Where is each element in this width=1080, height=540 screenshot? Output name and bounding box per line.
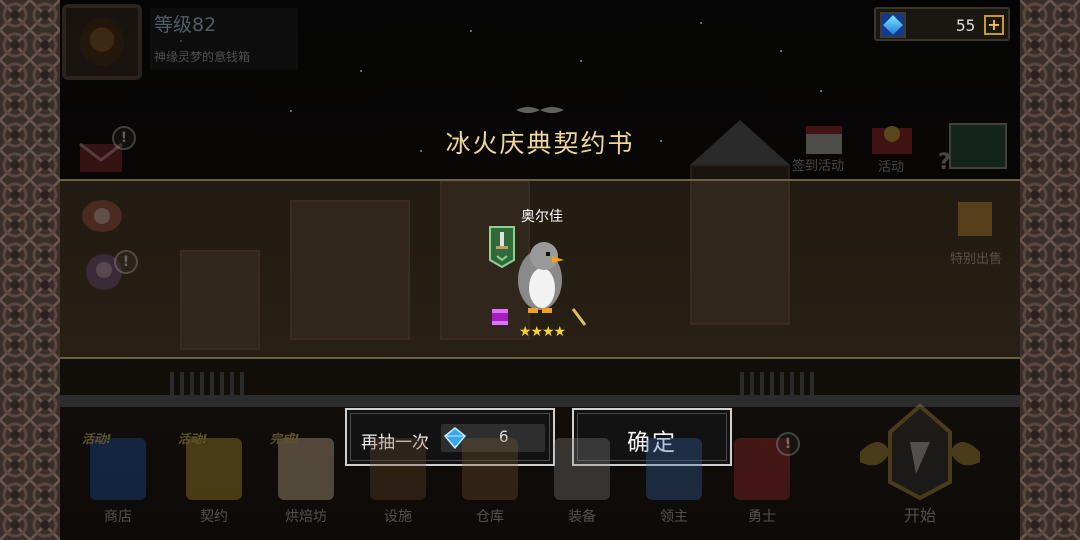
contract-label: 契约 (200, 509, 228, 525)
right-ornate-border (1020, 0, 1080, 540)
bakery-icon (278, 438, 334, 500)
scroll-item-icon (492, 309, 508, 325)
equipment-menu-item[interactable]: 装备 (544, 428, 620, 528)
avatar[interactable] (62, 4, 142, 80)
facility-icon (370, 438, 426, 500)
star (780, 50, 782, 52)
avatar-face (80, 18, 124, 66)
gem-counter: 55 + (874, 7, 1010, 41)
star (580, 60, 582, 62)
player-panel[interactable]: 等级82 神缘灵梦的意钱箱 (62, 4, 298, 80)
fence (740, 372, 820, 396)
star (290, 110, 292, 112)
title-ornament-icon (516, 107, 564, 113)
star (470, 30, 472, 32)
shop-menu-item[interactable]: 活动! 商店 (80, 428, 156, 528)
hero-star-rating: ★★★★ (518, 324, 566, 340)
player-level: 等级82 (154, 14, 217, 36)
warehouse-menu-item[interactable]: 仓库 (452, 428, 528, 528)
equipment-icon (554, 438, 610, 500)
contract-icon (186, 438, 242, 500)
lord-label: 领主 (660, 509, 688, 525)
contract-menu-item[interactable]: 活动! 契约 (176, 428, 252, 528)
bakery-label: 烘焙坊 (285, 509, 327, 525)
hero-name: 奥尔佳 (521, 209, 563, 225)
contract-title: 冰火庆典契约书 (445, 129, 635, 158)
player-title: 神缘灵梦的意钱箱 (154, 50, 251, 64)
warrior-label: 勇士 (748, 509, 776, 525)
star (360, 70, 362, 72)
lord-icon (646, 438, 702, 500)
facility-label: 设施 (384, 509, 412, 525)
gem-icon (880, 12, 906, 38)
star (820, 90, 822, 92)
bakery-menu-item[interactable]: 完成! 烘焙坊 (268, 428, 344, 528)
warrior-notice-badge: ! (776, 432, 800, 456)
bakery-complete-tag: 完成! (270, 432, 300, 446)
penguin-hero-sprite[interactable] (512, 236, 568, 314)
gem-count: 55 (956, 16, 976, 35)
warehouse-icon (462, 438, 518, 500)
shop-event-tag: 活动! (82, 432, 112, 446)
add-gems-button[interactable]: + (984, 15, 1004, 35)
warehouse-label: 仓库 (476, 509, 504, 525)
star (700, 22, 702, 24)
start-emblem-icon (860, 403, 980, 501)
start-button[interactable]: 开始 (850, 402, 990, 532)
shop-label: 商店 (104, 509, 132, 525)
start-label: 开始 (903, 506, 936, 525)
equipment-label: 装备 (568, 509, 596, 525)
contract-event-tag: 活动! (178, 432, 208, 446)
left-ornate-border (0, 0, 60, 540)
shop-icon (90, 438, 146, 500)
facility-menu-item[interactable]: 设施 (360, 428, 436, 528)
fence (170, 372, 250, 396)
lord-menu-item[interactable]: 领主 (636, 428, 712, 528)
